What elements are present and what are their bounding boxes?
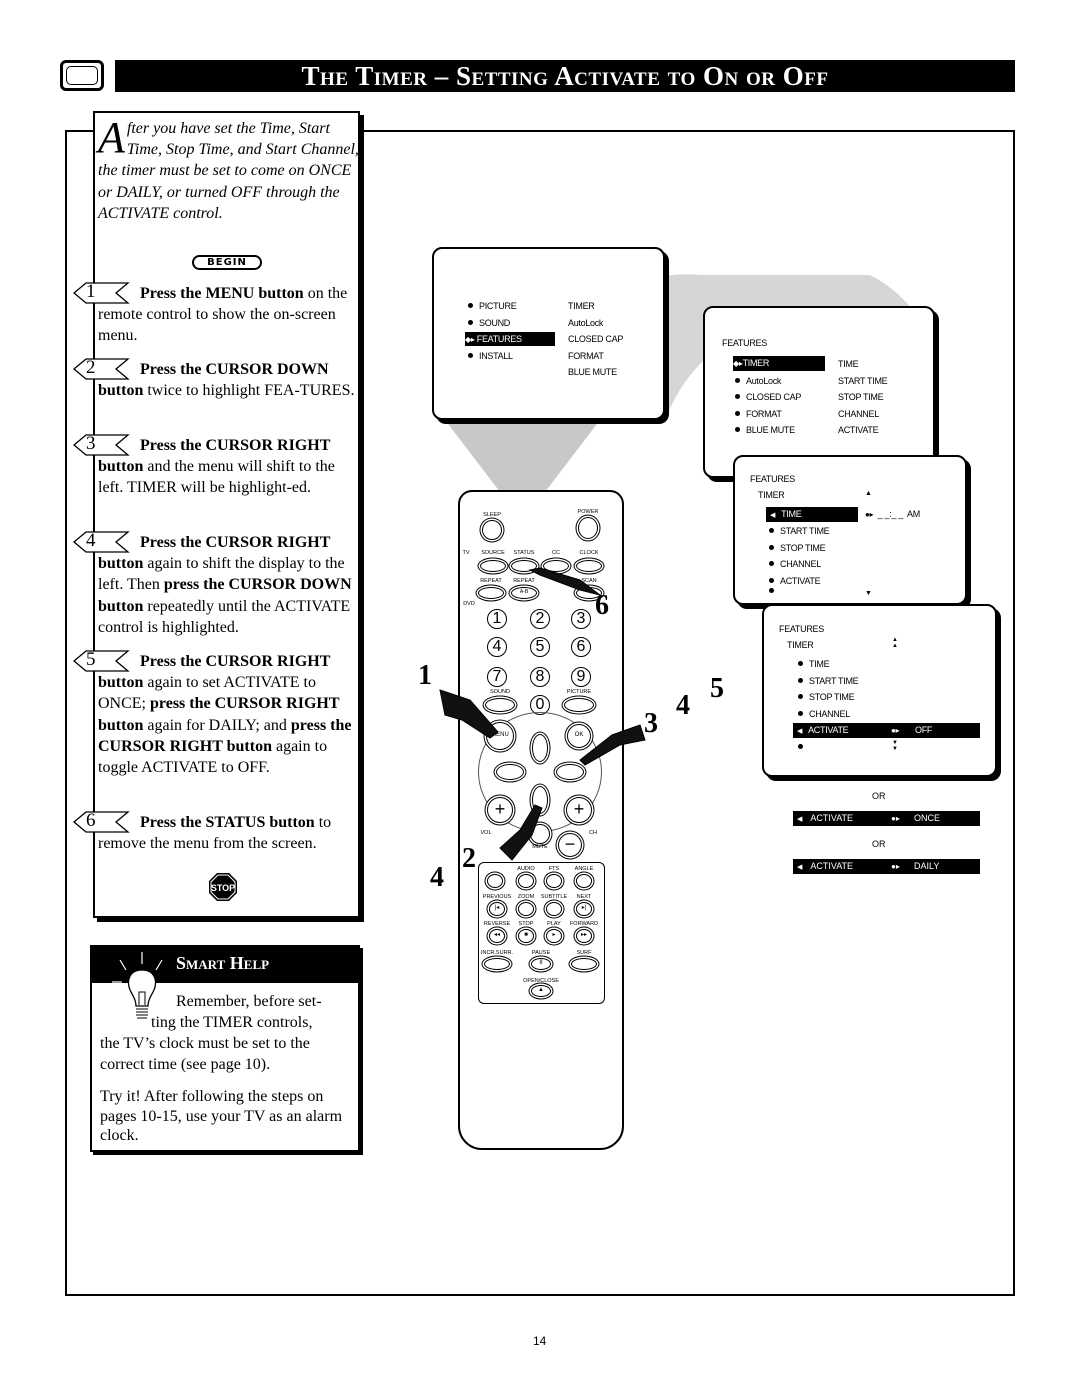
step-callout-4: 4 [430,862,444,893]
step-callout-6: 6 [595,590,609,621]
step-callout-3: 3 [644,708,658,739]
pointing-hands-graphic [439,567,646,861]
step-callout-4: 4 [676,690,690,721]
step-callout-5: 5 [710,673,724,704]
manual-page: The Timer – Setting Activate to On or Of… [0,0,1080,1397]
step-callout-2: 2 [462,843,476,874]
step-callout-1: 1 [418,660,432,691]
